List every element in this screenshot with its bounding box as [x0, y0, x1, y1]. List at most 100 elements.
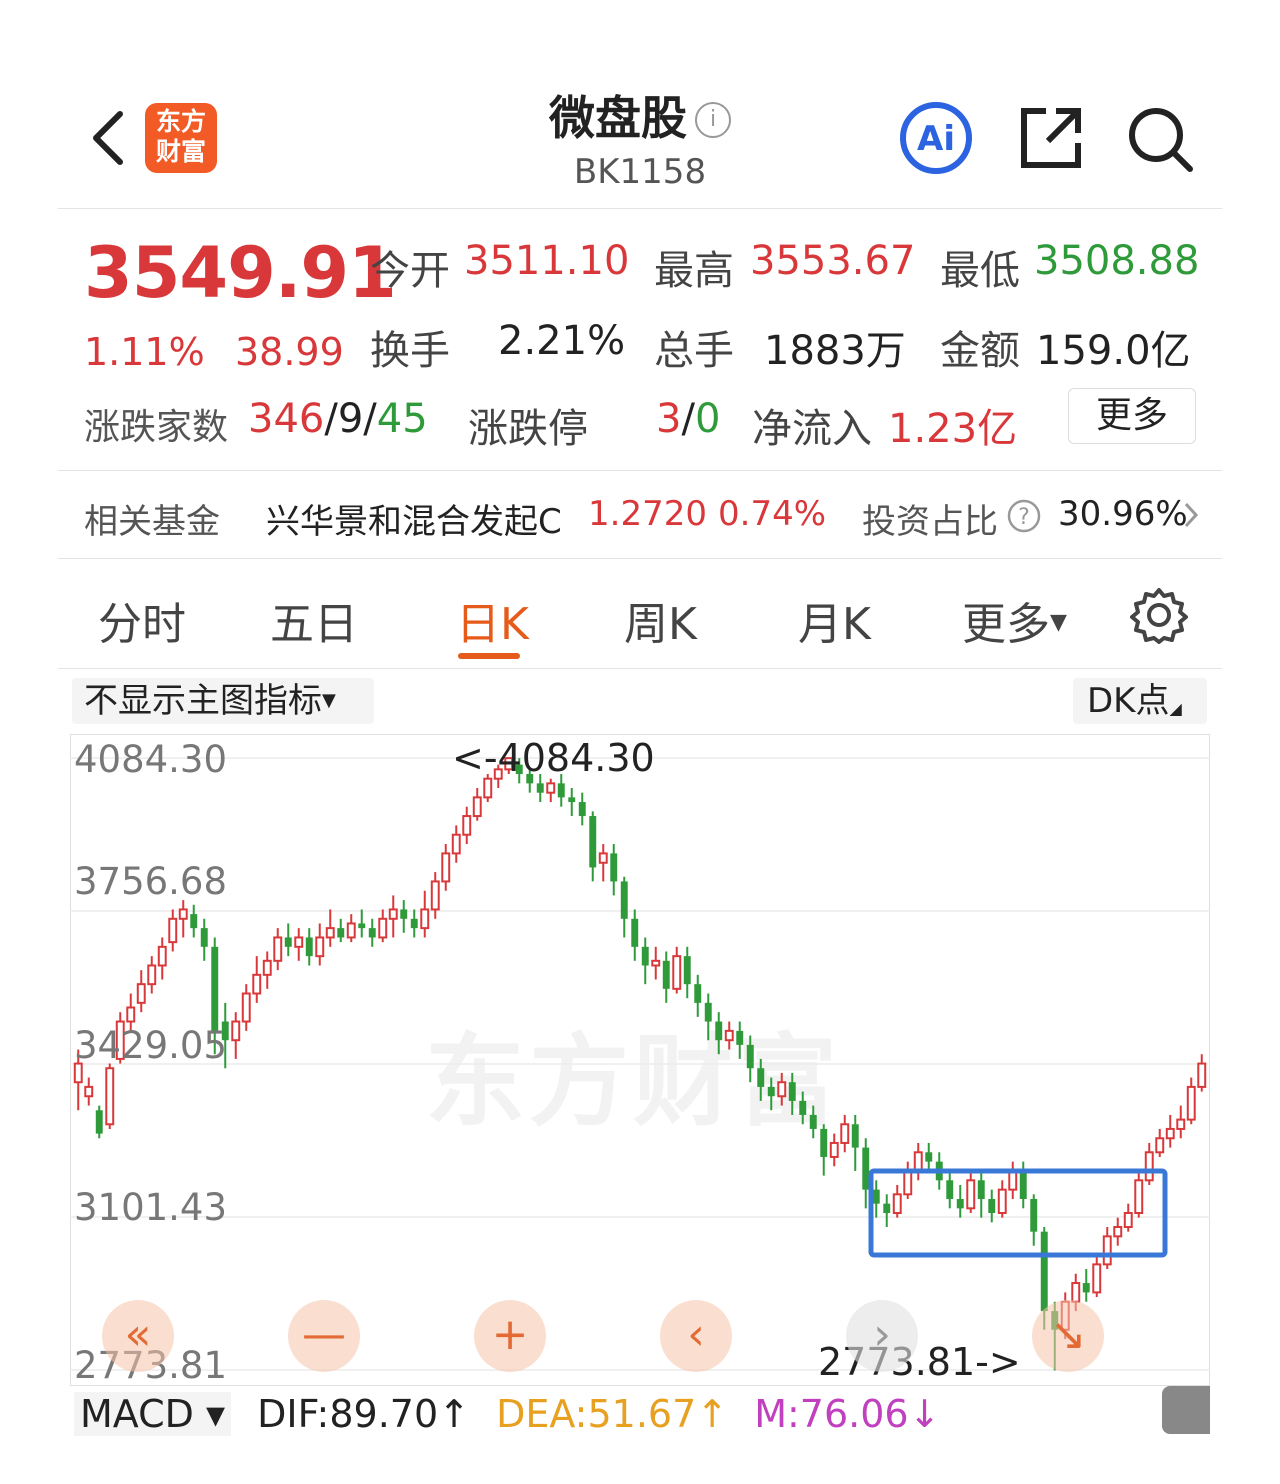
- candle-body: [977, 1180, 985, 1199]
- candle-body: [956, 1198, 964, 1209]
- candle-body: [1134, 1179, 1144, 1214]
- candle-body: [231, 1020, 241, 1042]
- candle-body: [315, 936, 325, 958]
- candle-body: [200, 928, 208, 947]
- candle-body: [777, 1081, 787, 1098]
- candle-body: [672, 955, 682, 990]
- candle-body: [724, 1029, 734, 1042]
- candle: [200, 918, 208, 961]
- zoom-out-button[interactable]: —: [288, 1300, 360, 1372]
- candle: [147, 956, 157, 994]
- info-icon[interactable]: i: [695, 102, 731, 138]
- candle-body: [1082, 1283, 1090, 1293]
- candle: [1155, 1128, 1165, 1157]
- tab-intraday[interactable]: 分时: [98, 588, 186, 652]
- candle: [325, 909, 335, 947]
- candle: [820, 1124, 828, 1176]
- candle: [631, 909, 639, 961]
- ratio-value: 30.96%: [1058, 494, 1188, 534]
- candle-body: [420, 908, 430, 930]
- candle: [892, 1184, 902, 1218]
- candle-body: [378, 917, 388, 939]
- candle: [840, 1114, 850, 1153]
- candle-body: [147, 964, 157, 986]
- candle: [966, 1170, 976, 1213]
- help-icon[interactable]: ?: [1006, 498, 1042, 534]
- candle: [231, 1012, 241, 1059]
- scroll-start-button[interactable]: «: [102, 1300, 174, 1372]
- ai-assistant-icon[interactable]: Ai: [898, 100, 974, 176]
- fold-toggle-icon[interactable]: [1162, 1386, 1210, 1434]
- candle-body: [589, 816, 597, 868]
- macd-m: M:76.06↓: [754, 1392, 941, 1436]
- volume-label: 总手: [654, 328, 734, 374]
- share-icon[interactable]: [1016, 103, 1086, 173]
- candle: [724, 1021, 734, 1050]
- settings-gear-icon[interactable]: [1130, 586, 1188, 644]
- high-label: 最高: [654, 248, 734, 294]
- candle-body: [557, 783, 565, 798]
- scroll-right-button[interactable]: ›: [846, 1300, 918, 1372]
- candle: [1197, 1054, 1207, 1092]
- candle-body: [388, 908, 398, 920]
- scroll-left-button[interactable]: ‹: [660, 1300, 732, 1372]
- more-button[interactable]: 更多: [1068, 388, 1196, 444]
- candle: [294, 928, 304, 961]
- candle: [1092, 1255, 1102, 1298]
- open-value: 3511.10: [464, 238, 630, 284]
- inflow-value: 1.23亿: [888, 406, 1018, 452]
- candle-body: [578, 802, 586, 817]
- candle-body: [788, 1082, 796, 1101]
- candle: [262, 951, 272, 989]
- candle: [1144, 1142, 1154, 1185]
- candle-body: [126, 1006, 136, 1023]
- candle: [95, 1105, 103, 1139]
- candle-body: [610, 853, 618, 882]
- candle-body: [211, 946, 219, 1031]
- expand-button[interactable]: ↘: [1032, 1300, 1104, 1372]
- candle-body: [862, 1147, 870, 1190]
- candle: [410, 909, 418, 938]
- tab-daily-k[interactable]: 日K: [456, 588, 529, 652]
- tab-five-day[interactable]: 五日: [270, 588, 358, 652]
- candle: [1176, 1105, 1186, 1139]
- candle-body: [1019, 1170, 1027, 1199]
- candle: [1186, 1077, 1196, 1125]
- candle-body: [273, 936, 283, 962]
- candle: [451, 825, 461, 863]
- fund-name[interactable]: 兴华景和混合发起C: [266, 494, 562, 543]
- candle-body: [820, 1128, 828, 1157]
- candle-body: [736, 1030, 744, 1045]
- candle: [1134, 1170, 1144, 1218]
- tab-weekly-k[interactable]: 周K: [624, 588, 697, 652]
- tab-monthly-k[interactable]: 月K: [798, 588, 871, 652]
- candle-body: [704, 1002, 712, 1022]
- fund-change: 0.74%: [718, 494, 827, 534]
- candle-body: [462, 815, 472, 836]
- candle: [672, 946, 682, 994]
- candle-body: [284, 937, 292, 947]
- zoom-in-button[interactable]: +: [474, 1300, 546, 1372]
- candle: [913, 1142, 923, 1181]
- candle: [462, 806, 472, 845]
- candle-body: [799, 1100, 807, 1115]
- ratio-label: 投资占比: [862, 502, 998, 542]
- main-indicator-select[interactable]: 不显示主图指标▼: [72, 678, 374, 724]
- search-icon[interactable]: [1124, 103, 1196, 175]
- candle: [105, 1063, 115, 1129]
- candlestick-chart[interactable]: [70, 734, 1210, 1386]
- candle-body: [1123, 1211, 1133, 1229]
- current-price: 3549.91: [84, 232, 397, 314]
- chevron-right-icon[interactable]: [1182, 500, 1200, 530]
- candle: [788, 1072, 796, 1115]
- candle: [84, 1077, 94, 1106]
- corner-arrow-icon: ◢: [1169, 699, 1182, 718]
- macd-select[interactable]: MACD ▾: [74, 1392, 232, 1436]
- candle: [430, 872, 440, 919]
- tab-more[interactable]: 更多▼: [962, 588, 1067, 652]
- tab-more-label: 更多: [962, 599, 1050, 650]
- candle: [472, 788, 482, 821]
- candle-body: [620, 881, 628, 919]
- candle: [736, 1021, 744, 1059]
- dk-point-button[interactable]: DK点◢: [1073, 678, 1207, 724]
